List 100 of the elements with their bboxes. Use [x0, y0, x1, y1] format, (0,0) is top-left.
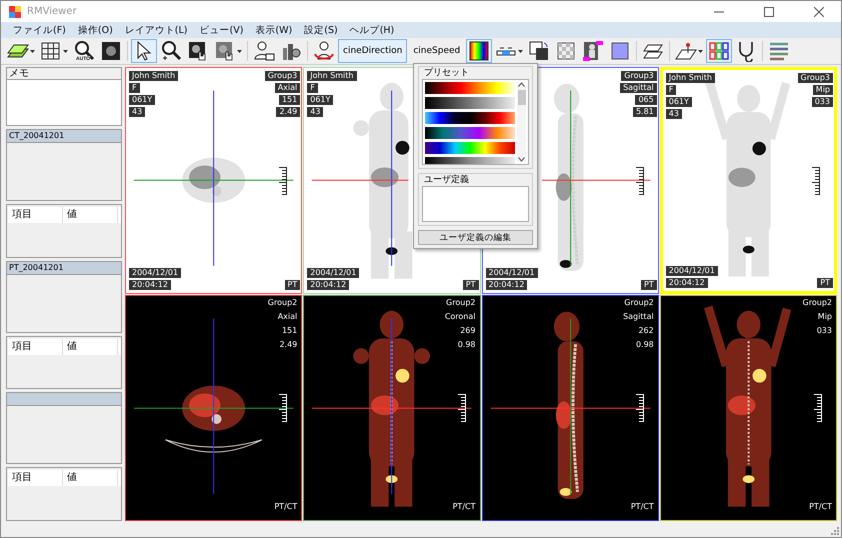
color-map-swatch[interactable]	[425, 142, 515, 154]
grid-icon	[708, 40, 730, 62]
image-viewport[interactable]: John Smith F 061Y 43 Group3 Mip 033 2004/12/01 20:04:12 PT	[660, 67, 837, 294]
overlay-label: Axial	[274, 83, 300, 93]
overlay-label: 5.81	[632, 107, 657, 117]
overlay-label: 2004/12/01	[307, 268, 360, 278]
overlay-label: 43	[307, 107, 324, 117]
overlay-label: Group3	[798, 73, 833, 83]
scale-ruler-icon	[634, 166, 644, 195]
overlay-label: Group2	[445, 298, 476, 308]
overlay-label: 20:04:12	[307, 280, 350, 290]
overlay-label: 20:04:12	[486, 280, 528, 290]
menu-item[interactable]: 設定(S)	[300, 24, 342, 36]
color-map-swatch[interactable]	[425, 82, 515, 94]
group-title: プリセット	[424, 67, 469, 79]
close-icon	[814, 6, 824, 16]
preset-list[interactable]	[422, 79, 529, 165]
modality-label: PT	[462, 280, 478, 290]
menu-item[interactable]: ビュー(V)	[196, 24, 248, 36]
overlay-label: 061Y	[666, 97, 692, 107]
toolbar-button[interactable]: cineDirection	[338, 39, 408, 63]
scan-drawing	[182, 158, 246, 203]
menu-item[interactable]: ヘルプ(H)	[346, 24, 398, 36]
app-icon	[9, 6, 21, 18]
overlay-label: 2004/12/01	[486, 268, 538, 278]
column-header: 項目	[8, 206, 63, 223]
image-viewport[interactable]: John Smith F 061Y 43 Group3 Axial 151 2.49 2004/12/01 20:04:12 PT	[125, 67, 302, 294]
overlay-label: John Smith	[129, 71, 178, 81]
overlay-label: Group3	[264, 71, 300, 81]
caret-icon	[30, 50, 35, 52]
overlay-label: 033	[812, 97, 833, 107]
maximize-icon	[764, 6, 774, 16]
overlay-label: 2004/12/01	[129, 268, 182, 278]
overlay-label: 2.49	[278, 340, 298, 350]
color-map-swatch[interactable]	[425, 127, 515, 139]
caret-icon	[237, 50, 242, 52]
menu-item[interactable]: ファイル(F)	[9, 24, 70, 36]
modality-label: PT/CT	[273, 502, 298, 512]
overlay-label: 2.49	[276, 107, 300, 117]
overlay-label: 20:04:12	[129, 280, 171, 290]
scroll-down-icon	[518, 157, 525, 162]
edit-user-colormap-button[interactable]: ユーザ定義の編集	[418, 230, 533, 245]
menu-item[interactable]: レイアウト(L)	[120, 24, 192, 36]
image-viewport[interactable]: Group2 Coronal 269 0.98 PT/CT	[303, 294, 480, 521]
scrollbar[interactable]	[517, 82, 526, 162]
overlay-label: 033	[816, 326, 833, 336]
toolbar-button[interactable]	[131, 39, 157, 63]
overlay-label: 065	[635, 95, 657, 105]
color-map-swatch[interactable]	[425, 97, 515, 109]
overlay-label: F	[666, 85, 676, 95]
person-rotate-icon	[313, 40, 335, 62]
scale-ruler-icon	[456, 394, 466, 422]
list-icon	[768, 40, 790, 62]
toolbar-button[interactable]	[466, 39, 492, 63]
image-viewport[interactable]: Group2 Axial 151 2.49 PT/CT	[125, 294, 302, 521]
modality-label: PT/CT	[452, 502, 476, 512]
scroll-up-icon	[518, 82, 525, 87]
column-header: 項目	[8, 470, 63, 486]
menu-item[interactable]: 表示(W)	[251, 24, 296, 36]
plane-icon	[675, 40, 698, 62]
overlay-label: Group3	[621, 71, 657, 81]
scale-ruler-icon	[634, 394, 644, 422]
overlay-label: 0.98	[456, 340, 476, 350]
column-header: 値	[63, 206, 118, 223]
overlay-label: Mip	[816, 312, 833, 322]
overlay-label: 269	[459, 326, 476, 336]
overlay-label: 151	[278, 95, 300, 105]
modality-label: PT	[817, 278, 833, 288]
person-icon	[582, 40, 604, 62]
toolbar-button[interactable]: cineSpeed	[408, 39, 466, 63]
checker-icon	[555, 40, 578, 62]
caret-icon	[518, 50, 524, 52]
layers-icon	[528, 40, 550, 62]
modality-label: PT/CT	[808, 502, 833, 512]
overlay-label: Mip	[812, 85, 833, 95]
column-header: 値	[63, 338, 118, 355]
overlay-label: 061Y	[129, 95, 156, 105]
menu-item[interactable]: 操作(O)	[74, 24, 117, 36]
image-viewport[interactable]: Group2 Sagittal 262 0.98 PT/CT	[482, 294, 659, 521]
overlay-label: 061Y	[307, 95, 334, 105]
overlay-label: 0.98	[634, 340, 655, 350]
modality-label: PT	[641, 280, 657, 290]
scroll-thumb[interactable]	[518, 90, 526, 105]
toolbar-button[interactable]	[706, 39, 732, 63]
user-colormap-list[interactable]	[422, 186, 529, 222]
scale-ruler-icon	[277, 394, 288, 422]
memo-title: メモ	[7, 68, 121, 80]
overlay-label: Sagittal	[620, 83, 657, 93]
overlay-label: Sagittal	[622, 312, 655, 322]
overlay-label: 43	[666, 109, 682, 119]
resize-grip-icon	[831, 527, 839, 535]
person-card-icon	[253, 40, 275, 62]
image-viewport[interactable]: Group2 Mip 033 PT/CT	[660, 294, 837, 521]
column-header: 値	[63, 470, 118, 486]
zoom-icon	[73, 40, 95, 62]
series-header: CT_20041201	[7, 130, 121, 143]
overlay-label: 2004/12/01	[666, 266, 718, 276]
color-map-swatch[interactable]	[425, 112, 515, 124]
overlay-label: Coronal	[444, 312, 476, 322]
overlay-label: F	[129, 83, 140, 93]
